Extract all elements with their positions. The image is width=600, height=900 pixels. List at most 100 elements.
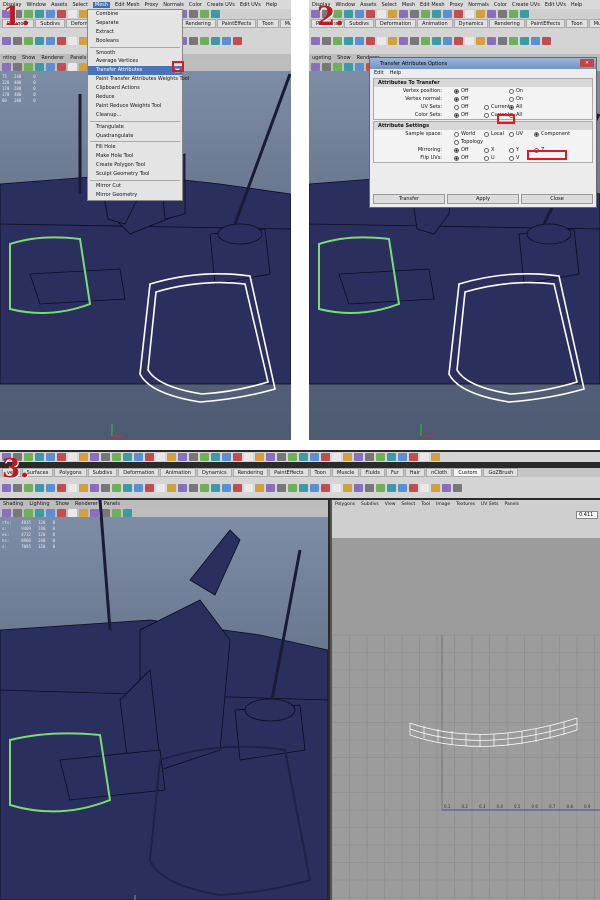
- tool-icon[interactable]: [343, 483, 352, 492]
- tool-icon[interactable]: [520, 10, 529, 18]
- tool-icon[interactable]: [156, 483, 165, 492]
- tool-icon[interactable]: [156, 453, 165, 461]
- tab-hair[interactable]: Hair: [404, 468, 426, 477]
- tool-icon[interactable]: [244, 453, 253, 461]
- tab-subdivs[interactable]: Subdivs: [35, 19, 65, 28]
- tool-icon[interactable]: [200, 10, 209, 18]
- tool-icon[interactable]: [123, 453, 132, 461]
- menu-edit-mesh[interactable]: Edit Mesh: [420, 2, 444, 8]
- menu-select[interactable]: Select: [72, 2, 87, 8]
- tool-icon[interactable]: [57, 453, 66, 461]
- menu-item-clipboard-actions[interactable]: Clipboard Actions: [88, 84, 182, 93]
- tool-icon[interactable]: [35, 483, 44, 492]
- menu-item-extract[interactable]: Extract: [88, 28, 182, 37]
- uv-grid[interactable]: 0.1 0.2 0.3 0.4 0.5 0.6 0.7 0.8 0.9: [332, 538, 600, 900]
- tool-icon[interactable]: [233, 37, 242, 45]
- tool-icon[interactable]: [332, 483, 341, 492]
- tool-icon[interactable]: [443, 10, 452, 18]
- tool-icon[interactable]: [255, 453, 264, 461]
- tool-icon[interactable]: [377, 37, 386, 45]
- radio-icon[interactable]: [509, 155, 514, 161]
- radio-icon[interactable]: [509, 147, 514, 153]
- tab-animation[interactable]: Animation: [160, 468, 196, 477]
- tab-fur[interactable]: Fur: [385, 468, 404, 477]
- menu-item-quadrangulate[interactable]: Quadrangulate: [88, 132, 182, 141]
- radio-option[interactable]: Topology: [454, 139, 483, 145]
- tool-icon[interactable]: [476, 37, 485, 45]
- tool-icon[interactable]: [487, 10, 496, 18]
- tool-icon[interactable]: [332, 453, 341, 461]
- radio-option[interactable]: Y: [509, 147, 519, 153]
- radio-icon[interactable]: [454, 147, 459, 153]
- tool-icon[interactable]: [409, 483, 418, 492]
- tool-icon[interactable]: [432, 37, 441, 45]
- uv-texture-editor[interactable]: Polygons Subdivs View Select Tool Image Textur…: [330, 500, 600, 900]
- radio-icon[interactable]: [454, 88, 459, 94]
- tool-icon[interactable]: [57, 483, 66, 492]
- tool-icon[interactable]: [112, 483, 121, 492]
- tool-icon[interactable]: [233, 483, 242, 492]
- uv-menu-textures[interactable]: Textures: [456, 502, 475, 507]
- tool-icon[interactable]: [2, 483, 11, 492]
- radio-icon[interactable]: [454, 131, 459, 137]
- menu-item-smooth[interactable]: Smooth: [88, 49, 182, 58]
- radio-option[interactable]: All: [509, 104, 522, 110]
- tool-icon[interactable]: [222, 453, 231, 461]
- radio-option[interactable]: X: [484, 147, 494, 153]
- tool-icon[interactable]: [321, 453, 330, 461]
- menu-item-mirror-geometry[interactable]: Mirror Geometry: [88, 191, 182, 200]
- tool-icon[interactable]: [409, 453, 418, 461]
- tool-icon[interactable]: [57, 37, 66, 45]
- tab-dynamics[interactable]: Dynamics: [453, 19, 489, 28]
- menu-color[interactable]: Color: [494, 2, 507, 8]
- tab-custom[interactable]: Custom: [453, 468, 483, 477]
- tool-icon[interactable]: [421, 37, 430, 45]
- radio-icon[interactable]: [509, 96, 514, 102]
- menu-edit-uvs[interactable]: Edit UVs: [240, 2, 261, 8]
- tool-icon[interactable]: [432, 10, 441, 18]
- tool-icon[interactable]: [46, 10, 55, 18]
- tool-icon[interactable]: [509, 37, 518, 45]
- tool-icon[interactable]: [542, 37, 551, 45]
- tool-icon[interactable]: [520, 37, 529, 45]
- menu-create-uvs[interactable]: Create UVs: [207, 2, 235, 8]
- tool-icon[interactable]: [454, 37, 463, 45]
- tool-icon[interactable]: [35, 10, 44, 18]
- tool-icon[interactable]: [13, 37, 22, 45]
- tool-icon[interactable]: [465, 37, 474, 45]
- menu-mesh[interactable]: Mesh: [402, 2, 415, 8]
- tool-icon[interactable]: [376, 453, 385, 461]
- tank-model[interactable]: [0, 500, 328, 900]
- tool-icon[interactable]: [365, 453, 374, 461]
- menu-edit-uvs[interactable]: Edit UVs: [545, 2, 566, 8]
- menu-mesh[interactable]: Mesh: [92, 1, 111, 8]
- radio-option[interactable]: World: [454, 131, 475, 137]
- uv-menu-select[interactable]: Select: [401, 502, 415, 507]
- tool-icon[interactable]: [90, 483, 99, 492]
- tool-icon[interactable]: [112, 453, 121, 461]
- tool-icon[interactable]: [189, 483, 198, 492]
- tool-icon[interactable]: [200, 453, 209, 461]
- tool-icon[interactable]: [311, 37, 320, 45]
- tool-icon[interactable]: [387, 453, 396, 461]
- tool-icon[interactable]: [410, 37, 419, 45]
- menu-create-uvs[interactable]: Create UVs: [512, 2, 540, 8]
- transfer-attributes-dialog[interactable]: Transfer Attributes Options ✕ Edit Help …: [369, 57, 597, 208]
- uv-menu-view[interactable]: View: [385, 502, 396, 507]
- tool-icon[interactable]: [487, 37, 496, 45]
- tool-icon[interactable]: [244, 483, 253, 492]
- radio-option[interactable]: Off: [454, 147, 468, 153]
- tool-icon[interactable]: [310, 453, 319, 461]
- close-icon[interactable]: ✕: [580, 59, 594, 67]
- radio-icon[interactable]: [509, 104, 514, 110]
- tool-icon[interactable]: [189, 10, 198, 18]
- menu-item-reduce[interactable]: Reduce: [88, 93, 182, 102]
- tool-icon[interactable]: [454, 10, 463, 18]
- radio-option[interactable]: Off: [454, 112, 468, 118]
- tab-subdivs[interactable]: Subdivs: [87, 468, 118, 477]
- tab-subdivs[interactable]: Subdivs: [344, 19, 374, 28]
- radio-icon[interactable]: [454, 139, 459, 145]
- radio-option[interactable]: On: [509, 88, 523, 94]
- tool-icon[interactable]: [101, 453, 110, 461]
- tool-icon[interactable]: [354, 483, 363, 492]
